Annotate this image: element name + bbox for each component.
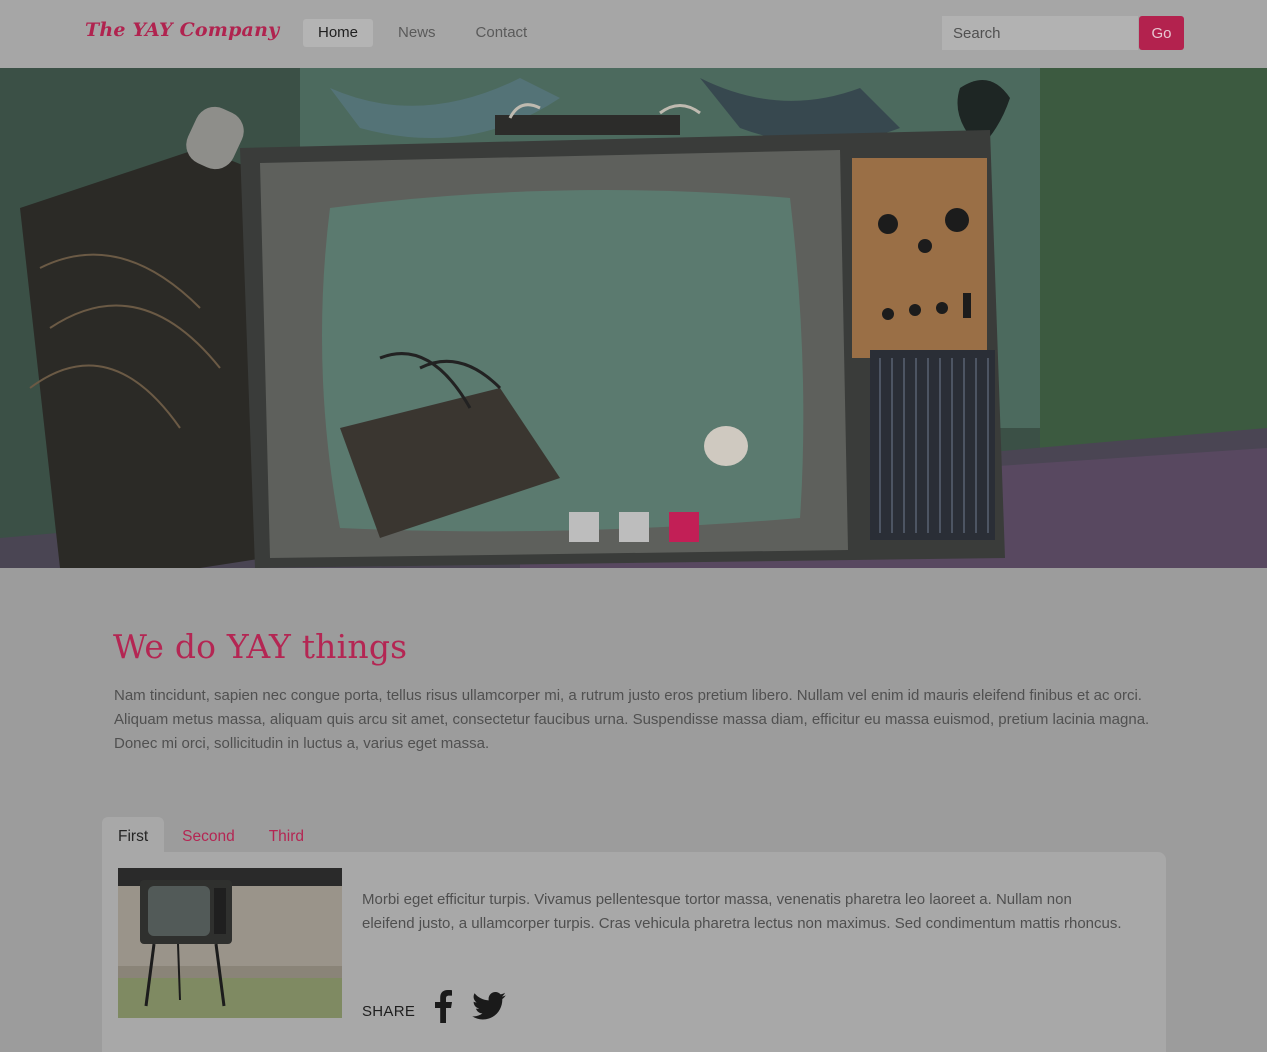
carousel-indicators [569, 512, 719, 542]
main-nav: Home News Contact [303, 19, 552, 47]
tv-thumbnail-image [118, 868, 342, 1018]
intro-paragraph: Nam tincidunt, sapien nec congue porta, … [114, 687, 1150, 752]
top-navbar: The YAY Company Home News Contact Go [0, 0, 1267, 68]
nav-item-home[interactable]: Home [303, 19, 374, 47]
tab-list: First Second Third [102, 817, 322, 852]
brand-logo[interactable]: The YAY Company [85, 19, 279, 41]
tab-second[interactable]: Second [166, 817, 251, 852]
hero-carousel [0, 68, 1267, 568]
nav-item-news[interactable]: News [383, 19, 451, 47]
tab-panel-text: Morbi eget efficitur turpis. Vivamus pel… [362, 891, 1122, 932]
hero-image [0, 68, 1267, 568]
search-input[interactable] [942, 16, 1138, 50]
carousel-dot-3[interactable] [669, 512, 699, 542]
section-title: We do YAY things [113, 627, 408, 666]
carousel-dot-2[interactable] [619, 512, 649, 542]
search-go-button[interactable]: Go [1139, 16, 1184, 50]
facebook-icon[interactable] [432, 989, 454, 1028]
carousel-dot-1[interactable] [569, 512, 599, 542]
twitter-icon[interactable] [472, 992, 506, 1025]
tab-panel: Morbi eget efficitur turpis. Vivamus pel… [102, 852, 1166, 1052]
tab-third[interactable]: Third [253, 817, 320, 852]
nav-item-contact[interactable]: Contact [461, 19, 543, 47]
tab-first[interactable]: First [102, 817, 165, 852]
share-label: SHARE [362, 1003, 416, 1020]
